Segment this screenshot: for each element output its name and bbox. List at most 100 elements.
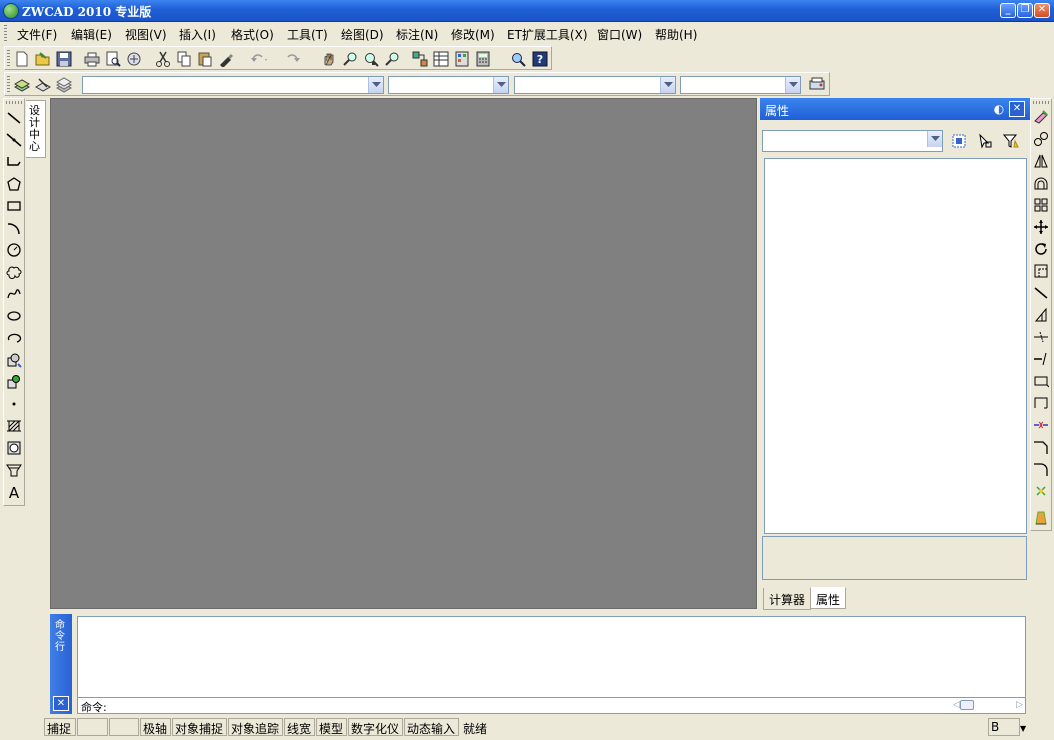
undo-icon[interactable] [249, 50, 267, 68]
restore-button[interactable]: ❐ [1017, 3, 1033, 18]
paste-icon[interactable] [196, 50, 214, 68]
menu-edit[interactable]: 编辑(E) [71, 26, 112, 43]
copy-icon[interactable] [175, 50, 193, 68]
scroll-left-icon[interactable]: ◁ [953, 700, 960, 710]
extend-icon[interactable] [1032, 350, 1050, 368]
chevron-down-icon[interactable] [785, 77, 800, 93]
erase-icon[interactable] [1032, 108, 1050, 126]
toolbar-grip[interactable] [7, 76, 10, 92]
menu-file[interactable]: 文件(F) [17, 26, 57, 43]
table-icon[interactable] [5, 461, 23, 479]
region-icon[interactable] [5, 439, 23, 457]
lineweight-select[interactable] [680, 76, 801, 94]
pan-icon[interactable] [320, 50, 338, 68]
explode-icon[interactable] [1032, 482, 1050, 500]
toggle-pickadd-icon[interactable] [950, 132, 968, 150]
linetype-select[interactable] [514, 76, 676, 94]
chevron-down-icon[interactable] [927, 131, 942, 147]
tab-properties[interactable]: 属性 [810, 587, 847, 609]
selection-select[interactable] [762, 130, 943, 152]
print-preview-icon[interactable] [104, 50, 122, 68]
cut-icon[interactable] [154, 50, 172, 68]
close-icon[interactable]: ✕ [53, 696, 69, 711]
scroll-thumb[interactable] [959, 700, 974, 710]
ellipse-icon[interactable] [5, 307, 23, 325]
design-center-icon[interactable] [411, 50, 429, 68]
chevron-down-icon[interactable] [493, 77, 508, 93]
break-at-point-icon[interactable] [1032, 372, 1050, 390]
calculator-icon[interactable] [474, 50, 492, 68]
break-icon[interactable] [1032, 394, 1050, 412]
status-grid[interactable] [77, 718, 108, 736]
menu-dimension[interactable]: 标注(N) [396, 26, 438, 43]
chamfer-icon[interactable] [1032, 438, 1050, 456]
zoom-realtime-icon[interactable] [341, 50, 359, 68]
eraser-tool-icon[interactable] [1032, 509, 1050, 527]
drawing-canvas[interactable] [50, 98, 757, 609]
menu-view[interactable]: 视图(V) [125, 26, 167, 43]
lengthen-icon[interactable] [1032, 306, 1050, 324]
layer-previous-icon[interactable] [34, 76, 52, 94]
point-icon[interactable] [5, 395, 23, 413]
properties-palette-icon[interactable] [432, 50, 450, 68]
toolbar-grip[interactable] [7, 50, 10, 66]
menu-modify[interactable]: 修改(M) [451, 26, 495, 43]
status-dynamic-input[interactable]: 动态输入 [404, 718, 459, 736]
properties-list[interactable] [764, 158, 1027, 534]
menu-format[interactable]: 格式(O) [231, 26, 274, 43]
status-ortho[interactable] [109, 718, 139, 736]
status-object-tracking[interactable]: 对象追踪 [228, 718, 283, 736]
menu-tools[interactable]: 工具(T) [287, 26, 328, 43]
layer-select[interactable] [82, 76, 384, 94]
color-select[interactable] [388, 76, 509, 94]
revision-cloud-icon[interactable] [5, 263, 23, 281]
help-icon[interactable]: ? [531, 50, 549, 68]
rotate-icon[interactable] [1032, 240, 1050, 258]
zoom-previous-icon[interactable] [383, 50, 401, 68]
copy-object-icon[interactable] [1032, 130, 1050, 148]
spline-icon[interactable] [5, 285, 23, 303]
status-digitizer[interactable]: 数字化仪 [348, 718, 403, 736]
arc-icon[interactable] [5, 219, 23, 237]
tool-palette-icon[interactable] [453, 50, 471, 68]
toolbar-grip[interactable] [6, 101, 22, 104]
ellipse-arc-icon[interactable] [5, 329, 23, 347]
make-block-icon[interactable] [5, 373, 23, 391]
circle-icon[interactable] [5, 241, 23, 259]
command-scrollbar[interactable]: ◁ ▷ [953, 699, 1023, 711]
menu-draw[interactable]: 绘图(D) [341, 26, 384, 43]
scroll-right-icon[interactable]: ▷ [1016, 700, 1023, 710]
title-bar[interactable]: ZWCAD 2010 专业版 _ ❐ ✕ [0, 0, 1054, 22]
status-snap[interactable]: 捕捉 [44, 718, 76, 736]
plot-style-icon[interactable] [808, 76, 826, 94]
close-button[interactable]: ✕ [1034, 3, 1050, 18]
menu-grip[interactable] [4, 25, 7, 41]
minimize-button[interactable]: _ [1000, 3, 1016, 18]
scale-icon[interactable] [1032, 262, 1050, 280]
status-object-snap[interactable]: 对象捕捉 [172, 718, 227, 736]
rectangle-icon[interactable] [5, 197, 23, 215]
command-history[interactable] [77, 616, 1026, 698]
menu-window[interactable]: 窗口(W) [597, 26, 642, 43]
redo-icon[interactable] [283, 50, 301, 68]
save-icon[interactable] [55, 50, 73, 68]
line-icon[interactable] [5, 109, 23, 127]
menu-et-tools[interactable]: ET扩展工具(X) [507, 26, 588, 43]
status-polar[interactable]: 极轴 [140, 718, 171, 736]
move-icon[interactable] [1032, 218, 1050, 236]
insert-block-icon[interactable] [5, 351, 23, 369]
fillet-icon[interactable] [1032, 460, 1050, 478]
array-icon[interactable] [1032, 196, 1050, 214]
layer-manager-icon[interactable] [13, 76, 31, 94]
print-icon[interactable] [83, 50, 101, 68]
status-lineweight[interactable]: 线宽 [284, 718, 315, 736]
publish-icon[interactable] [125, 50, 143, 68]
tab-calculator[interactable]: 计算器 [763, 588, 812, 610]
layer-states-icon[interactable] [55, 76, 73, 94]
toolbar-grip[interactable] [1033, 101, 1049, 104]
autohide-pin-icon[interactable]: ◐ [991, 101, 1007, 117]
select-objects-icon[interactable] [976, 132, 994, 150]
menu-insert[interactable]: 插入(I) [179, 26, 216, 43]
trim-icon[interactable] [1032, 328, 1050, 346]
stretch-icon[interactable] [1032, 284, 1050, 302]
